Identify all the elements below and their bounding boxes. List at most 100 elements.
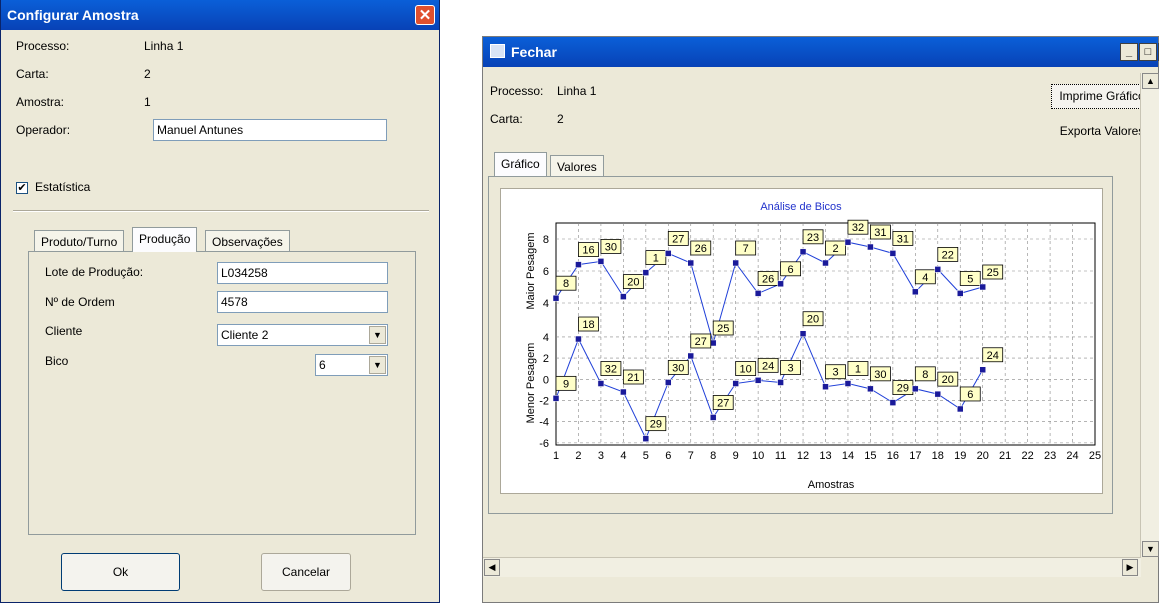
carta-value: 2 [144, 67, 151, 81]
lote-label: Lote de Produção: [45, 265, 144, 279]
ok-button[interactable]: Ok [61, 553, 180, 591]
data-label: 7 [743, 243, 749, 255]
data-point-marker [620, 293, 627, 300]
data-label: 5 [967, 273, 973, 285]
data-label: 6 [967, 389, 973, 401]
chart-title: Análise de Bicos [760, 201, 842, 213]
data-label: 30 [874, 369, 886, 381]
data-point-marker [979, 366, 986, 374]
bico-label: Bico [45, 354, 69, 368]
ordem-label: Nº de Ordem [45, 295, 115, 309]
data-point-marker [799, 248, 807, 256]
data-point-marker [642, 435, 650, 442]
tab-valores[interactable]: Valores [550, 155, 604, 177]
cancel-button[interactable]: Cancelar [261, 553, 351, 591]
horizontal-scrollbar[interactable]: ◀ ▶ [483, 557, 1141, 577]
lote-input[interactable]: L034258 [217, 262, 388, 284]
data-point-marker [934, 266, 942, 273]
bico-select[interactable]: 6 ▼ [315, 354, 388, 376]
data-point-marker [979, 283, 986, 291]
data-point-marker [867, 385, 874, 393]
data-point-marker [889, 399, 897, 406]
window-titlebar[interactable]: Fechar _ □ × [483, 37, 1159, 67]
chart-area: Análise de Bicos Amostras 1 2 3 4 5 6 7 8 9 10 11 1… [500, 188, 1103, 494]
scroll-right-icon[interactable]: ▶ [1122, 559, 1138, 576]
x-tick-label: 21 [999, 450, 1011, 462]
x-tick-label: 10 [752, 450, 764, 462]
x-tick-label: 11 [775, 450, 786, 462]
data-label: 16 [582, 245, 594, 257]
data-point-marker [597, 258, 605, 265]
chevron-down-icon[interactable]: ▼ [369, 326, 386, 344]
data-label: 20 [807, 314, 819, 326]
x-tick-label: 16 [887, 450, 899, 462]
data-point-marker [732, 259, 739, 267]
chevron-down-icon[interactable]: ▼ [369, 356, 386, 374]
data-label: 24 [762, 360, 774, 372]
data-label: 31 [897, 233, 909, 245]
close-icon[interactable]: ✕ [415, 5, 435, 25]
tab-grafico[interactable]: Gráfico [494, 152, 547, 176]
processo-label: Processo: [490, 84, 544, 98]
data-label: 27 [717, 397, 729, 409]
data-label: 2 [832, 243, 838, 255]
data-point-marker [777, 280, 784, 288]
processo-value: Linha 1 [557, 84, 597, 98]
cliente-label: Cliente [45, 324, 83, 338]
data-label: 1 [653, 253, 659, 265]
bico-selected-value: 6 [319, 358, 326, 372]
ordem-input[interactable]: 4578 [217, 291, 388, 313]
data-point-marker [867, 243, 874, 251]
data-label: 29 [650, 419, 662, 431]
data-point-marker [777, 379, 784, 386]
y-tick-label: 0 [543, 374, 549, 386]
data-point-marker [799, 330, 807, 337]
tab-produto-turno[interactable]: Produto/Turno [34, 230, 125, 252]
y-tick-label: 8 [543, 234, 549, 246]
data-point-marker [665, 379, 672, 386]
data-label: 20 [942, 374, 954, 386]
operador-label: Operador: [16, 123, 71, 137]
operador-input[interactable]: Manuel Antunes [153, 119, 387, 141]
x-tick-label: 9 [733, 450, 739, 462]
dialog-titlebar[interactable]: Configurar Amostra ✕ [1, 0, 439, 30]
y-tick-label: 4 [543, 298, 549, 310]
x-tick-label: 2 [575, 450, 581, 462]
x-tick-label: 7 [688, 450, 694, 462]
cliente-select[interactable]: Cliente 2 ▼ [217, 324, 388, 346]
data-label: 25 [987, 267, 999, 279]
data-label: 3 [788, 362, 794, 374]
series-line [555, 241, 983, 345]
x-tick-label: 23 [1044, 450, 1056, 462]
x-tick-label: 8 [710, 450, 716, 462]
maximize-icon[interactable]: □ [1139, 43, 1157, 61]
tab-producao[interactable]: Produção [132, 227, 198, 252]
x-tick-label: 6 [665, 450, 671, 462]
scroll-left-icon[interactable]: ◀ [484, 559, 500, 576]
data-label: 3 [832, 367, 838, 379]
scroll-down-icon[interactable]: ▼ [1142, 541, 1159, 557]
scroll-up-icon[interactable]: ▲ [1142, 73, 1159, 89]
tab-observacoes[interactable]: Observações [205, 230, 290, 252]
minimize-icon[interactable]: _ [1120, 43, 1138, 61]
data-label: 25 [717, 323, 729, 335]
window-title: Fechar [511, 44, 557, 60]
carta-label: Carta: [16, 67, 49, 81]
x-tick-label: 5 [643, 450, 649, 462]
amostra-label: Amostra: [16, 95, 65, 109]
data-label: 30 [605, 241, 617, 253]
y-tick-label: 6 [543, 266, 549, 278]
x-tick-label: 13 [819, 450, 831, 462]
vertical-scrollbar[interactable]: ▲ ▼ [1140, 73, 1159, 557]
data-label: 10 [740, 364, 752, 376]
configurar-amostra-dialog: Configurar Amostra ✕ Processo: Linha 1 C… [0, 0, 440, 603]
data-point-marker [912, 288, 919, 296]
export-values-button[interactable]: Exporta Valores [1051, 120, 1153, 145]
print-graph-button[interactable]: Imprime Gráfico [1051, 84, 1153, 109]
estatistica-checkbox[interactable]: ✔ [16, 182, 28, 194]
data-label: 6 [788, 264, 794, 276]
data-point-marker [844, 238, 852, 246]
app-icon [490, 44, 505, 58]
x-tick-label: 18 [932, 450, 944, 462]
data-label: 32 [605, 364, 617, 376]
